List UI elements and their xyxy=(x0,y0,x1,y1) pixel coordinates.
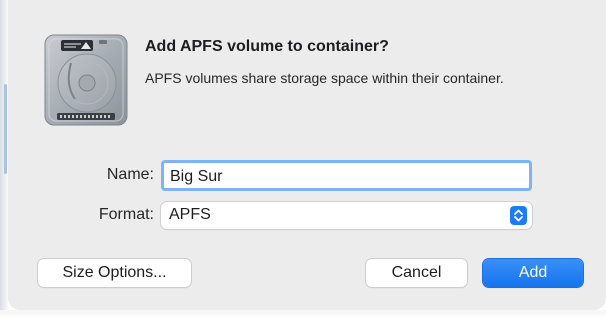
select-stepper-icon xyxy=(510,206,527,225)
disk-drive-icon xyxy=(41,33,131,127)
dialog-bottom-rim xyxy=(0,310,606,318)
name-label: Name: xyxy=(106,166,154,183)
volume-name-input[interactable] xyxy=(161,160,532,191)
cancel-button[interactable]: Cancel xyxy=(366,259,467,287)
format-label: Format: xyxy=(98,206,154,223)
format-selected-value: APFS xyxy=(169,206,211,223)
size-options-button[interactable]: Size Options... xyxy=(38,259,191,287)
dialog-message: APFS volumes share storage space within … xyxy=(145,70,504,86)
format-select[interactable]: APFS xyxy=(161,202,532,229)
add-button[interactable]: Add xyxy=(483,259,583,287)
dialog-title: Add APFS volume to container? xyxy=(145,38,389,55)
